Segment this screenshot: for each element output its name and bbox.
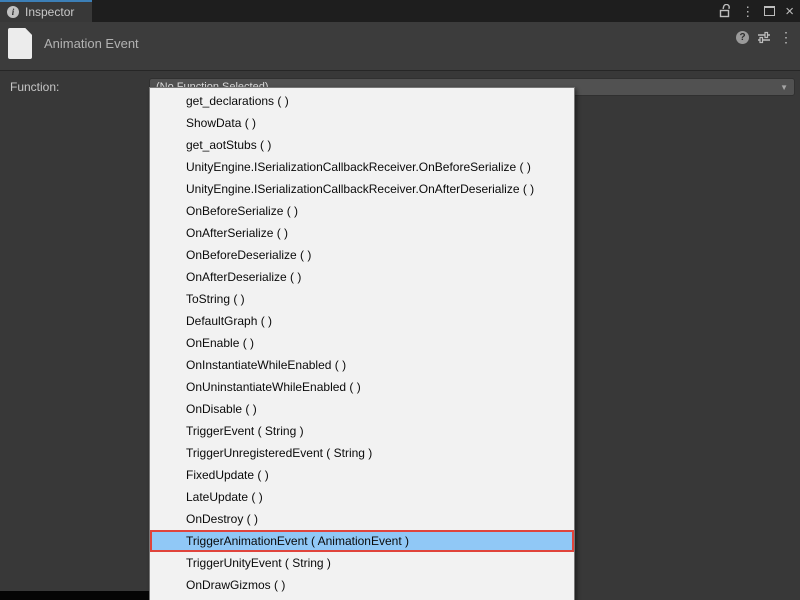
dropdown-item[interactable]: OnDrawGizmos ( ) — [150, 574, 574, 596]
dropdown-item[interactable]: OnInstantiateWhileEnabled ( ) — [150, 354, 574, 376]
dropdown-item[interactable]: UnityEngine.ISerializationCallbackReceiv… — [150, 178, 574, 200]
header-kebab-icon[interactable]: ⋮ — [779, 30, 793, 44]
component-header: Animation Event ? ⋮ — [0, 22, 800, 71]
dropdown-item[interactable]: FixedUpdate ( ) — [150, 464, 574, 486]
dropdown-item[interactable]: get_aotStubs ( ) — [150, 134, 574, 156]
function-dropdown-menu: get_declarations ( )ShowData ( )get_aotS… — [149, 87, 575, 600]
help-icon[interactable]: ? — [736, 31, 749, 44]
dropdown-item[interactable]: get_declarations ( ) — [150, 90, 574, 112]
tab-label: Inspector — [25, 5, 74, 19]
function-label: Function: — [10, 80, 59, 94]
dropdown-item[interactable]: TriggerUnregisteredEvent ( String ) — [150, 442, 574, 464]
titlebar-icons: ⋮ × — [718, 0, 794, 22]
header-icons: ? ⋮ — [736, 30, 793, 44]
chevron-down-icon: ▼ — [780, 83, 788, 92]
dropdown-item[interactable]: OnAfterDeserialize ( ) — [150, 266, 574, 288]
component-title: Animation Event — [44, 36, 139, 51]
dropdown-item[interactable]: DefaultGraph ( ) — [150, 310, 574, 332]
tab-inspector[interactable]: i Inspector — [0, 0, 92, 22]
info-icon: i — [7, 6, 19, 18]
dropdown-item[interactable]: OnDestroy ( ) — [150, 508, 574, 530]
dropdown-item[interactable]: OnDisable ( ) — [150, 398, 574, 420]
close-icon[interactable]: × — [785, 4, 794, 19]
dropdown-item[interactable]: OnUninstantiateWhileEnabled ( ) — [150, 376, 574, 398]
window-bottom-edge — [0, 591, 149, 600]
dropdown-item[interactable]: ShowData ( ) — [150, 112, 574, 134]
titlebar: i Inspector ⋮ × — [0, 0, 800, 22]
dropdown-item-highlighted[interactable]: TriggerAnimationEvent ( AnimationEvent ) — [150, 530, 574, 552]
dropdown-item[interactable]: TriggerUnityEvent ( String ) — [150, 552, 574, 574]
dropdown-item[interactable]: UnityEngine.ISerializationCallbackReceiv… — [150, 156, 574, 178]
dropdown-item[interactable]: OnEnable ( ) — [150, 332, 574, 354]
dropdown-item[interactable]: OnBeforeSerialize ( ) — [150, 200, 574, 222]
dropdown-item[interactable]: OnAfterSerialize ( ) — [150, 222, 574, 244]
dropdown-item[interactable]: TriggerEvent ( String ) — [150, 420, 574, 442]
unlock-icon[interactable] — [718, 4, 731, 18]
dropdown-item[interactable]: OnBeforeDeserialize ( ) — [150, 244, 574, 266]
maximize-icon[interactable] — [764, 6, 775, 16]
dropdown-item[interactable]: LateUpdate ( ) — [150, 486, 574, 508]
document-icon — [8, 28, 32, 59]
presets-icon[interactable] — [757, 31, 771, 44]
titlebar-kebab-icon[interactable]: ⋮ — [741, 5, 754, 18]
dropdown-item[interactable]: ToString ( ) — [150, 288, 574, 310]
